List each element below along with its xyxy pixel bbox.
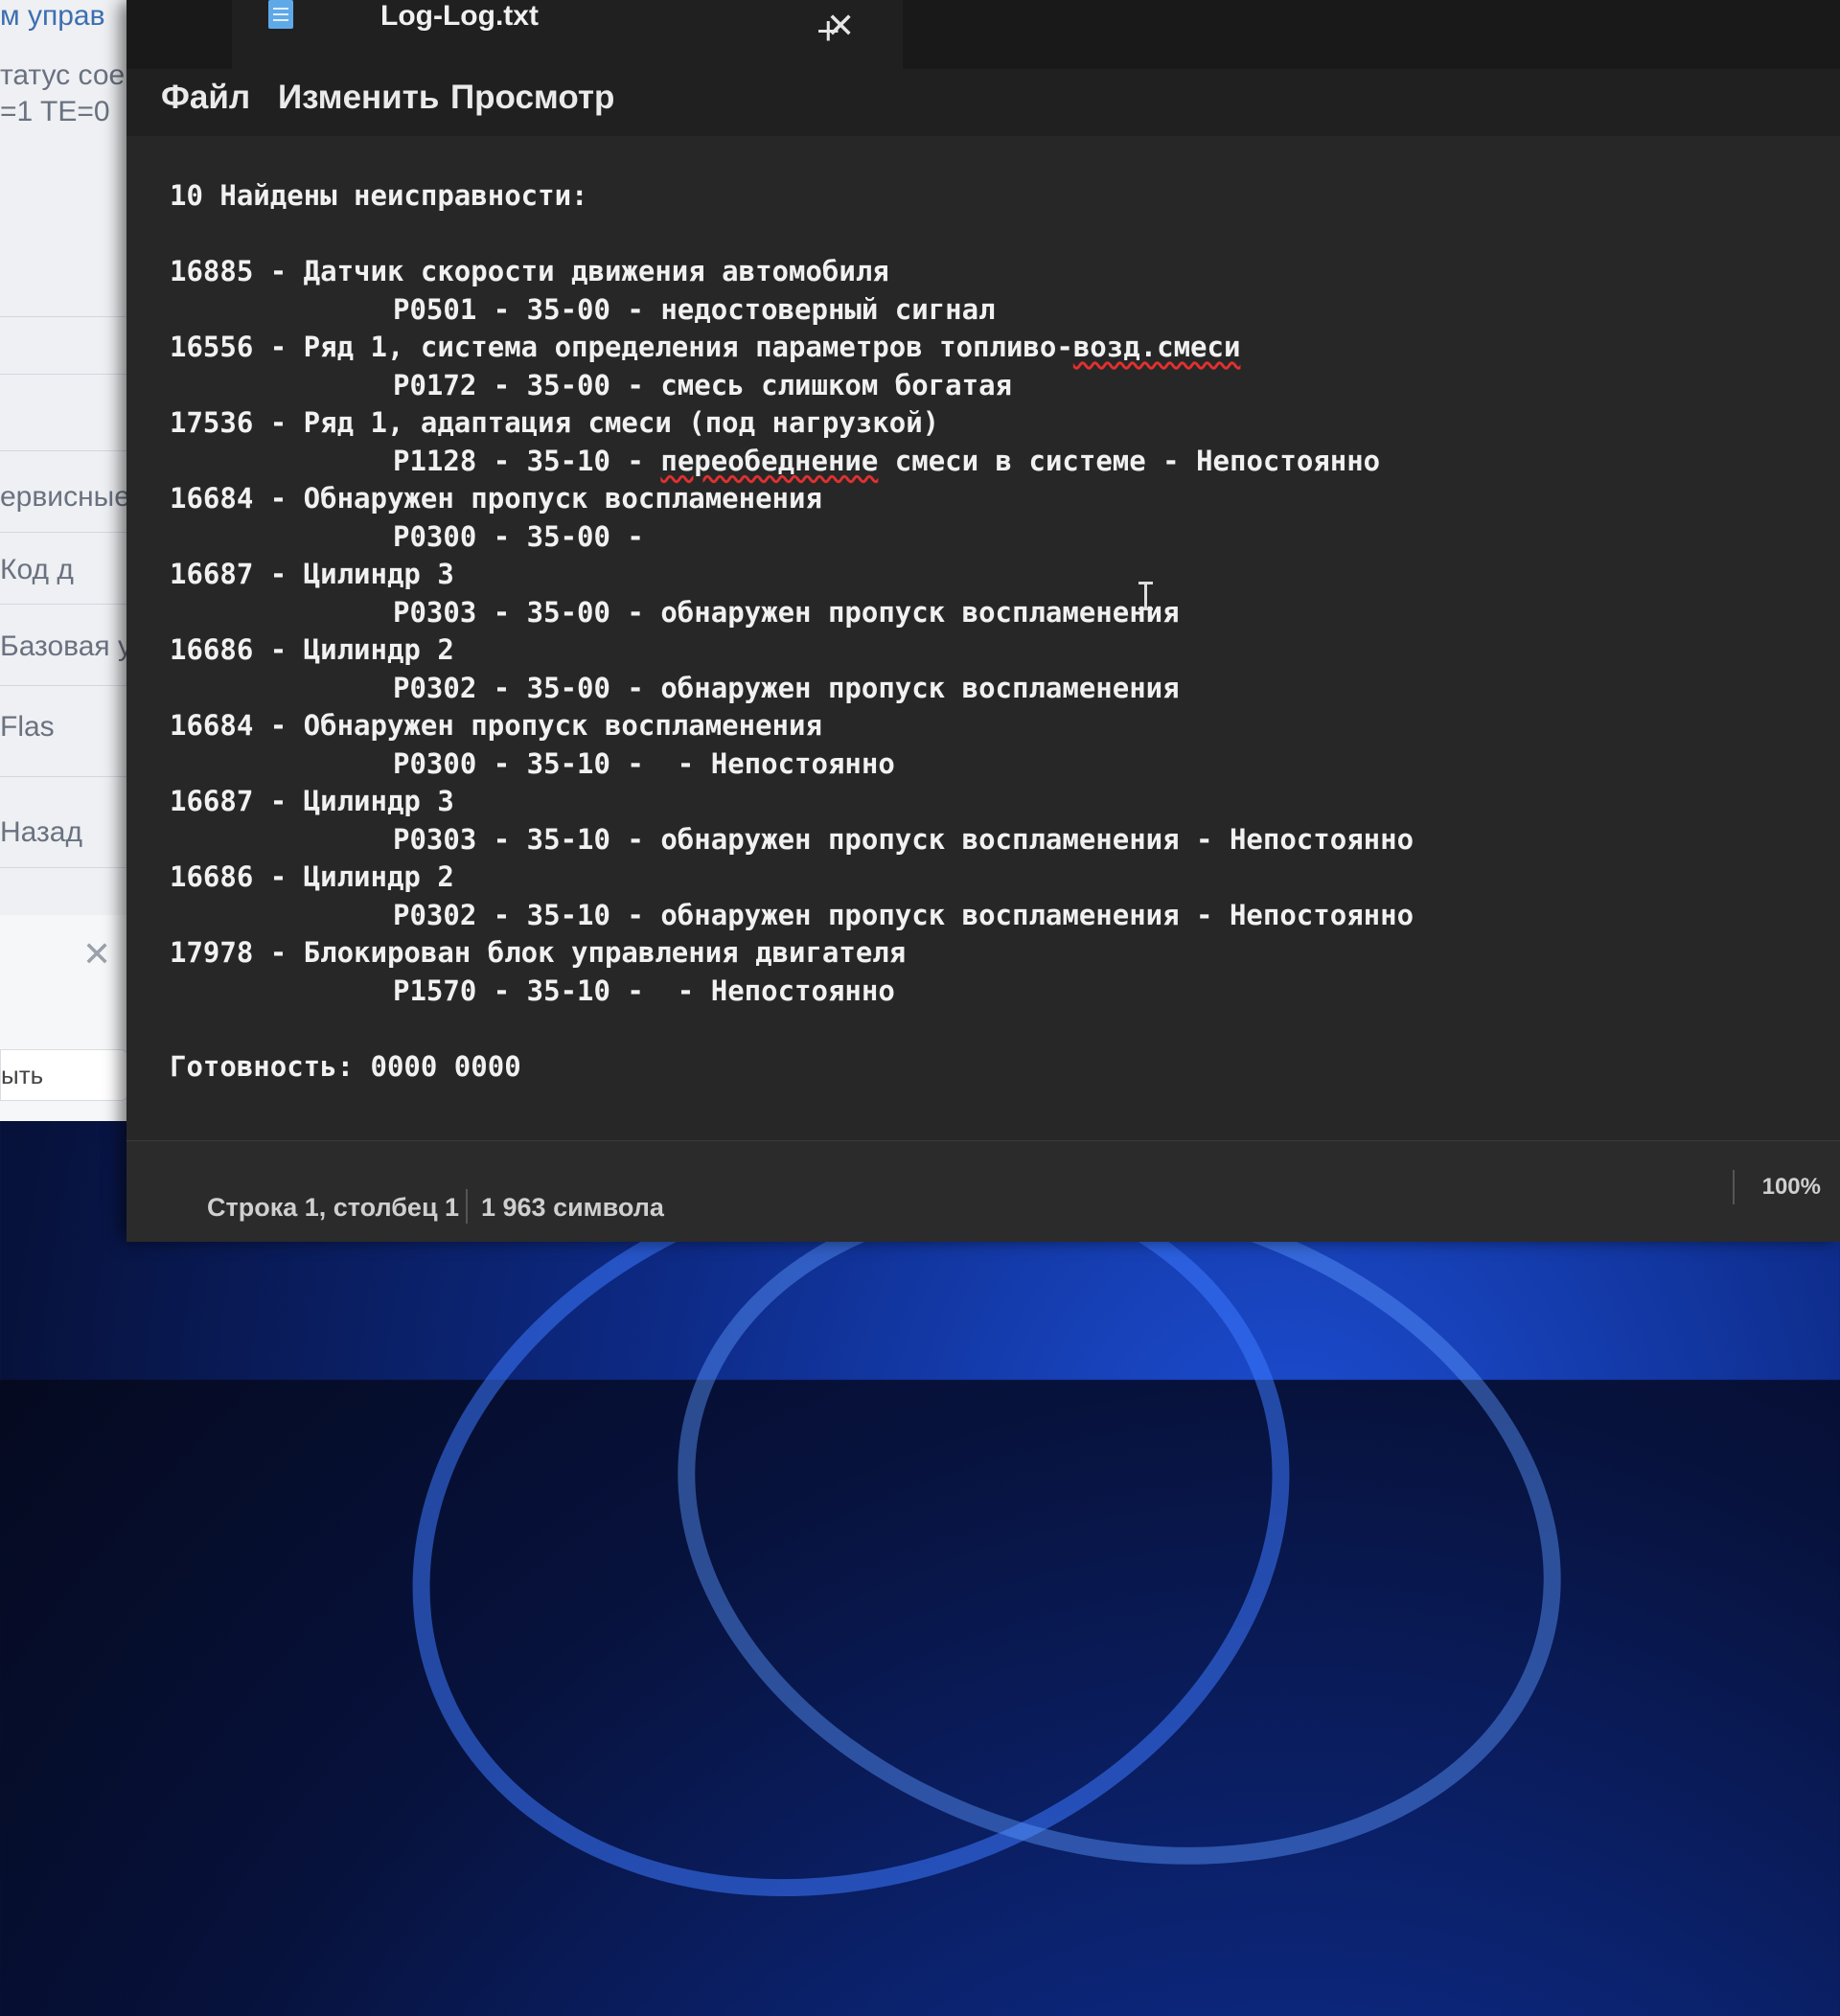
- editor-line: 16556 - Ряд 1, система определения парам…: [170, 331, 1241, 363]
- spellcheck-word: возд.смеси: [1072, 331, 1241, 363]
- editor-line: 16687 - Цилиндр 3: [170, 785, 454, 817]
- menu-bar: Файл Изменить Просмотр: [126, 69, 1840, 136]
- editor-line: P1128 - 35-10 - переобеднение смеси в си…: [393, 444, 1381, 477]
- background-dialog-button[interactable]: ыть: [0, 1049, 128, 1101]
- status-divider: [466, 1189, 468, 1224]
- editor-line: P0302 - 35-00 - обнаружен пропуск воспла…: [393, 671, 1180, 704]
- new-tab-plus-icon[interactable]: +: [816, 8, 840, 54]
- text-editor-area[interactable]: 10 Найдены неисправности: 16885 - Датчик …: [126, 136, 1840, 1158]
- editor-line: 16686 - Цилиндр 2: [170, 860, 454, 893]
- menu-file[interactable]: Файл: [161, 79, 250, 117]
- spellcheck-word: переобеднение: [660, 444, 879, 477]
- editor-line: Готовность: 0000 0000: [170, 1049, 521, 1083]
- editor-line: P0302 - 35-10 - обнаружен пропуск воспла…: [393, 898, 1414, 931]
- tab-title: Log-Log.txt: [380, 0, 539, 32]
- menu-view[interactable]: Просмотр: [450, 79, 614, 117]
- editor-line: P1570 - 35-10 - - Непостоянно: [393, 974, 895, 1007]
- editor-line: 10 Найдены неисправности:: [170, 179, 588, 212]
- editor-line: 16684 - Обнаружен пропуск воспламенения: [170, 482, 822, 515]
- editor-line: 16684 - Обнаружен пропуск воспламенения: [170, 709, 822, 742]
- editor-line: P0303 - 35-10 - обнаружен пропуск воспла…: [393, 822, 1414, 856]
- status-divider: [1733, 1170, 1735, 1204]
- editor-line: P0172 - 35-00 - смесь слишком богатая: [393, 368, 1013, 401]
- status-zoom[interactable]: 100%: [1762, 1174, 1821, 1201]
- editor-line: 17536 - Ряд 1, адаптация смеси (под нагр…: [170, 406, 940, 439]
- editor-line: P0303 - 35-00 - обнаружен пропуск воспла…: [393, 595, 1180, 629]
- status-char-count: 1 963 символа: [481, 1193, 664, 1222]
- menu-edit[interactable]: Изменить: [278, 79, 439, 117]
- editor-line: 16885 - Датчик скорости движения автомоб…: [170, 255, 889, 287]
- editor-line: 16686 - Цилиндр 2: [170, 633, 454, 666]
- tab-log-log[interactable]: Log-Log.txt ✕: [232, 0, 903, 69]
- editor-line: P0300 - 35-00 -: [393, 519, 644, 553]
- editor-line: P0300 - 35-10 - - Непостоянно: [393, 746, 895, 780]
- title-bar: Log-Log.txt ✕ +: [126, 0, 1840, 69]
- status-cursor-position: Строка 1, столбец 1: [207, 1193, 460, 1222]
- notepad-document-icon: [268, 0, 293, 29]
- notepad-window: Log-Log.txt ✕ + Файл Изменить Просмотр 1…: [126, 0, 1840, 1242]
- close-icon[interactable]: ✕: [82, 934, 111, 974]
- editor-line: 16687 - Цилиндр 3: [170, 558, 454, 590]
- editor-line: P0501 - 35-00 - недостоверный сигнал: [393, 292, 996, 326]
- editor-line: 17978 - Блокирован блок управления двига…: [170, 936, 907, 969]
- status-bar: Строка 1, столбец 1 1 963 символа 100%: [126, 1140, 1840, 1242]
